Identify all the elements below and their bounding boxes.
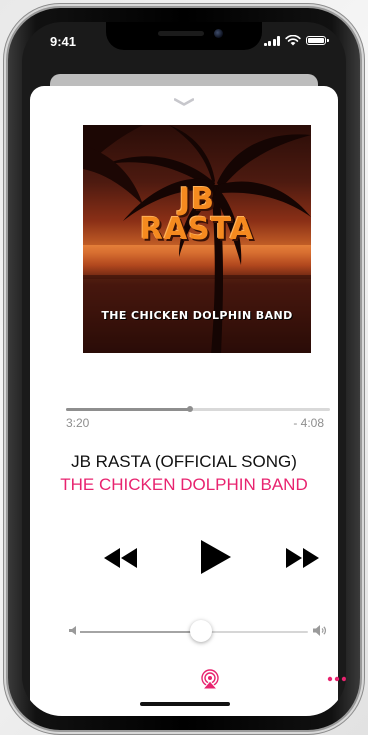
song-title: JB RASTA (OFFICIAL SONG) (71, 452, 297, 471)
signal-icon (263, 35, 280, 46)
speaker-low-icon (69, 626, 76, 635)
phone-frame: 9:41 JB RASTA THE CHICKEN DOLPHIN BAND 3… (8, 8, 360, 730)
earpiece-speaker (158, 31, 204, 36)
artist-name[interactable]: THE CHICKEN DOLPHIN BAND (30, 475, 338, 495)
artwork-title: JB RASTA (139, 182, 255, 247)
airplay-icon[interactable] (200, 669, 220, 689)
artwork-band-name: THE CHICKEN DOLPHIN BAND (101, 309, 293, 322)
wifi-icon (285, 35, 301, 46)
volume-fill (80, 631, 201, 633)
battery-icon (306, 36, 329, 45)
progress-thumb[interactable] (187, 406, 194, 412)
status-icons (263, 35, 329, 46)
phone-screen: 9:41 JB RASTA THE CHICKEN DOLPHIN BAND 3… (22, 22, 346, 716)
speaker-high-icon (313, 625, 326, 636)
remaining-time: - 4:08 (293, 416, 324, 430)
now-playing-sheet: JB RASTA THE CHICKEN DOLPHIN BAND 3:20 -… (30, 86, 346, 716)
more-icon[interactable] (327, 676, 346, 682)
rewind-icon[interactable] (104, 548, 138, 568)
volume-slider[interactable] (80, 620, 308, 642)
play-icon[interactable] (201, 540, 231, 574)
chevron-down-icon[interactable] (174, 98, 194, 106)
status-time: 9:41 (50, 34, 77, 49)
fast-forward-icon[interactable] (286, 548, 320, 568)
album-artwork: JB RASTA THE CHICKEN DOLPHIN BAND (83, 125, 311, 353)
progress-fill (66, 408, 191, 411)
volume-knob[interactable] (189, 620, 212, 642)
elapsed-time: 3:20 (66, 416, 90, 430)
home-indicator[interactable] (140, 702, 230, 706)
progress-scrubber[interactable] (66, 406, 330, 412)
notch (106, 22, 262, 50)
front-camera (214, 29, 223, 38)
